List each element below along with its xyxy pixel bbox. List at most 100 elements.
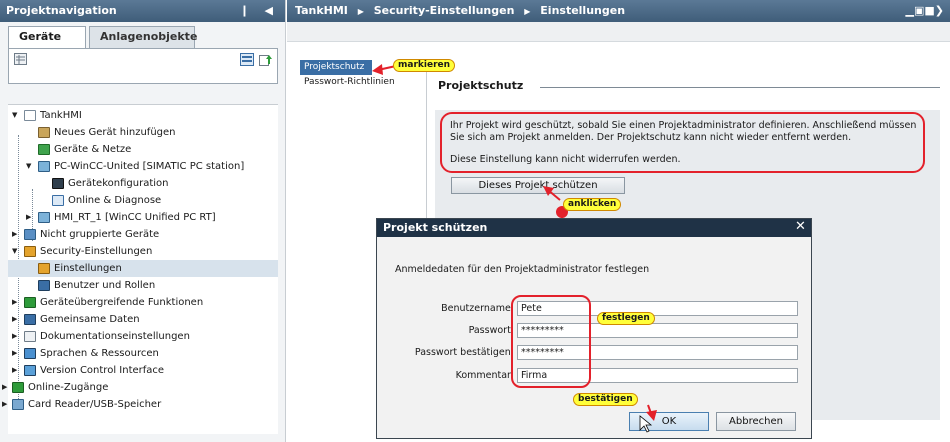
tree-label: Online-Zugänge (28, 382, 109, 393)
diagnose-icon (52, 195, 64, 206)
dialog-title-bar: Projekt schützen ✕ (377, 219, 811, 237)
overview-icon[interactable] (240, 53, 254, 66)
dialog-title: Projekt schützen (383, 221, 488, 234)
tree-label: Dokumentationseinstellungen (40, 331, 190, 342)
add-device-icon (38, 127, 50, 138)
online-access-icon (12, 382, 24, 393)
expand-toggle-icon[interactable]: ▼ (12, 243, 20, 260)
tree-node-geraetekonfiguration[interactable]: Gerätekonfiguration (8, 175, 278, 192)
export-icon[interactable] (259, 53, 273, 66)
nav-item-projektschutz[interactable]: Projektschutz (300, 60, 372, 75)
tree-label: Card Reader/USB-Speicher (28, 399, 162, 410)
tree-label: Einstellungen (54, 263, 122, 274)
tree-node-geraete-netze[interactable]: Geräte & Netze (8, 141, 278, 158)
highlight-fields-frame (511, 295, 591, 388)
tree-node-neues-geraet[interactable]: Neues Gerät hinzufügen (8, 124, 278, 141)
close-icon[interactable]: ✕ (793, 220, 808, 235)
security-icon (24, 246, 36, 257)
tree-node-geraeteuebergreifend[interactable]: ▶ Geräteübergreifende Funktionen (8, 294, 278, 311)
expand-toggle-icon[interactable]: ▶ (2, 396, 10, 413)
ungrouped-devices-icon (24, 229, 36, 240)
highlight-info-frame (440, 112, 925, 173)
tree-node-gemeinsame-daten[interactable]: ▶ Gemeinsame Daten (8, 311, 278, 328)
tree-node-online-diagnose[interactable]: Online & Diagnose (8, 192, 278, 209)
hmi-runtime-icon (38, 212, 50, 223)
callout-bestaetigen: bestätigen (573, 393, 638, 406)
languages-icon (24, 348, 36, 359)
section-rule (540, 87, 940, 88)
expand-toggle-icon[interactable]: ▼ (26, 158, 34, 175)
tree-label: Security-Einstellungen (40, 246, 153, 257)
callout-markieren: markieren (393, 59, 456, 72)
cancel-button[interactable]: Abbrechen (716, 412, 796, 431)
breadcrumb-tankhmi[interactable]: TankHMI (295, 4, 348, 17)
tree-node-nicht-gruppiert[interactable]: ▶ Nicht gruppierte Geräte (8, 226, 278, 243)
project-navigation-title: Projektnavigation ❙ ◀ (0, 0, 285, 22)
tree-node-sprachen[interactable]: ▶ Sprachen & Ressourcen (8, 345, 278, 362)
tree-label: Gemeinsame Daten (40, 314, 140, 325)
tab-geraete[interactable]: Geräte (8, 26, 86, 48)
editor-toolbar-strip (287, 22, 950, 42)
username-label: Benutzername: (441, 303, 514, 314)
tree-node-tankhmi[interactable]: ▼ TankHMI (8, 107, 278, 124)
tree-label: Gerätekonfiguration (68, 178, 169, 189)
breadcrumb-separator-icon: ▶ (524, 7, 531, 16)
editor-title-bar: TankHMI ▶ Security-Einstellungen ▶ Einst… (287, 0, 950, 22)
callout-festlegen: festlegen (597, 312, 655, 325)
tree-node-dokumentation[interactable]: ▶ Dokumentationseinstellungen (8, 328, 278, 345)
project-tree: ▼ TankHMI Neues Gerät hinzufügen Geräte … (2, 104, 278, 434)
tree-label: PC-WinCC-United [SIMATIC PC station] (54, 161, 245, 172)
password-label: Passwort: (468, 325, 514, 336)
tree-label: Benutzer und Rollen (54, 280, 156, 291)
callout-anklicken: anklicken (563, 198, 622, 211)
panel-controls[interactable]: ❙ ◀ (240, 4, 279, 17)
tree-node-einstellungen[interactable]: Einstellungen (8, 260, 278, 277)
protect-project-button[interactable]: Dieses Projekt schützen (451, 177, 625, 194)
expand-toggle-icon[interactable]: ▶ (12, 226, 20, 243)
project-icon (24, 110, 36, 121)
tree-node-security[interactable]: ▼ Security-Einstellungen (8, 243, 278, 260)
project-navigation-panel: Projektnavigation ❙ ◀ Geräte Anlagenobje… (0, 0, 286, 442)
config-icon (52, 178, 64, 189)
users-icon (38, 280, 50, 291)
window-controls[interactable]: ▁▣■❯ (906, 4, 944, 17)
expand-toggle-icon[interactable]: ▶ (12, 328, 20, 345)
cross-device-icon (24, 297, 36, 308)
settings-icon (38, 263, 50, 274)
expand-toggle-icon[interactable]: ▶ (12, 345, 20, 362)
tree-node-pc-station[interactable]: ▼ PC-WinCC-United [SIMATIC PC station] (8, 158, 278, 175)
panel-title: Projektnavigation (6, 4, 117, 17)
tree-label: Version Control Interface (40, 365, 165, 376)
tree-node-card-reader[interactable]: ▶ Card Reader/USB-Speicher (2, 396, 278, 413)
nav-item-passwort-richtlinien[interactable]: Passwort-Richtlinien (300, 75, 420, 90)
version-control-icon (24, 365, 36, 376)
breadcrumb-einstellungen: Einstellungen (540, 4, 626, 17)
expand-toggle-icon[interactable]: ▼ (12, 107, 20, 124)
tree-label: Nicht gruppierte Geräte (40, 229, 160, 240)
expand-toggle-icon[interactable]: ▶ (12, 311, 20, 328)
expand-toggle-icon[interactable]: ▶ (26, 209, 34, 226)
tree-label: Online & Diagnose (68, 195, 162, 206)
tree-node-version-control[interactable]: ▶ Version Control Interface (8, 362, 278, 379)
tree-label: TankHMI (40, 110, 82, 121)
tree-label: Geräte & Netze (54, 144, 132, 155)
card-reader-icon (12, 399, 24, 410)
breadcrumb-separator-icon: ▶ (357, 7, 364, 16)
tree-node-benutzer-rollen[interactable]: Benutzer und Rollen (8, 277, 278, 294)
tree-node-online-zugaenge[interactable]: ▶ Online-Zugänge (2, 379, 278, 396)
expand-toggle-icon[interactable]: ▶ (12, 362, 20, 379)
tree-label: HMI_RT_1 [WinCC Unified PC RT] (54, 212, 216, 223)
comment-label: Kommentar: (455, 370, 514, 381)
tab-anlagenobjekte[interactable]: Anlagenobjekte (89, 26, 197, 48)
expand-toggle-icon[interactable]: ▶ (12, 294, 20, 311)
expand-toggle-icon[interactable]: ▶ (2, 379, 10, 396)
ok-button[interactable]: OK (629, 412, 709, 431)
tree-toolbar (8, 48, 278, 84)
common-data-icon (24, 314, 36, 325)
tree-label: Sprachen & Ressourcen (40, 348, 159, 359)
pc-station-icon (38, 161, 50, 172)
dialog-description: Anmeldedaten für den Projektadministrato… (395, 264, 650, 275)
tree-node-hmi-rt[interactable]: ▶ HMI_RT_1 [WinCC Unified PC RT] (8, 209, 278, 226)
tree-grid-icon[interactable] (14, 53, 28, 66)
breadcrumb-security[interactable]: Security-Einstellungen (374, 4, 515, 17)
